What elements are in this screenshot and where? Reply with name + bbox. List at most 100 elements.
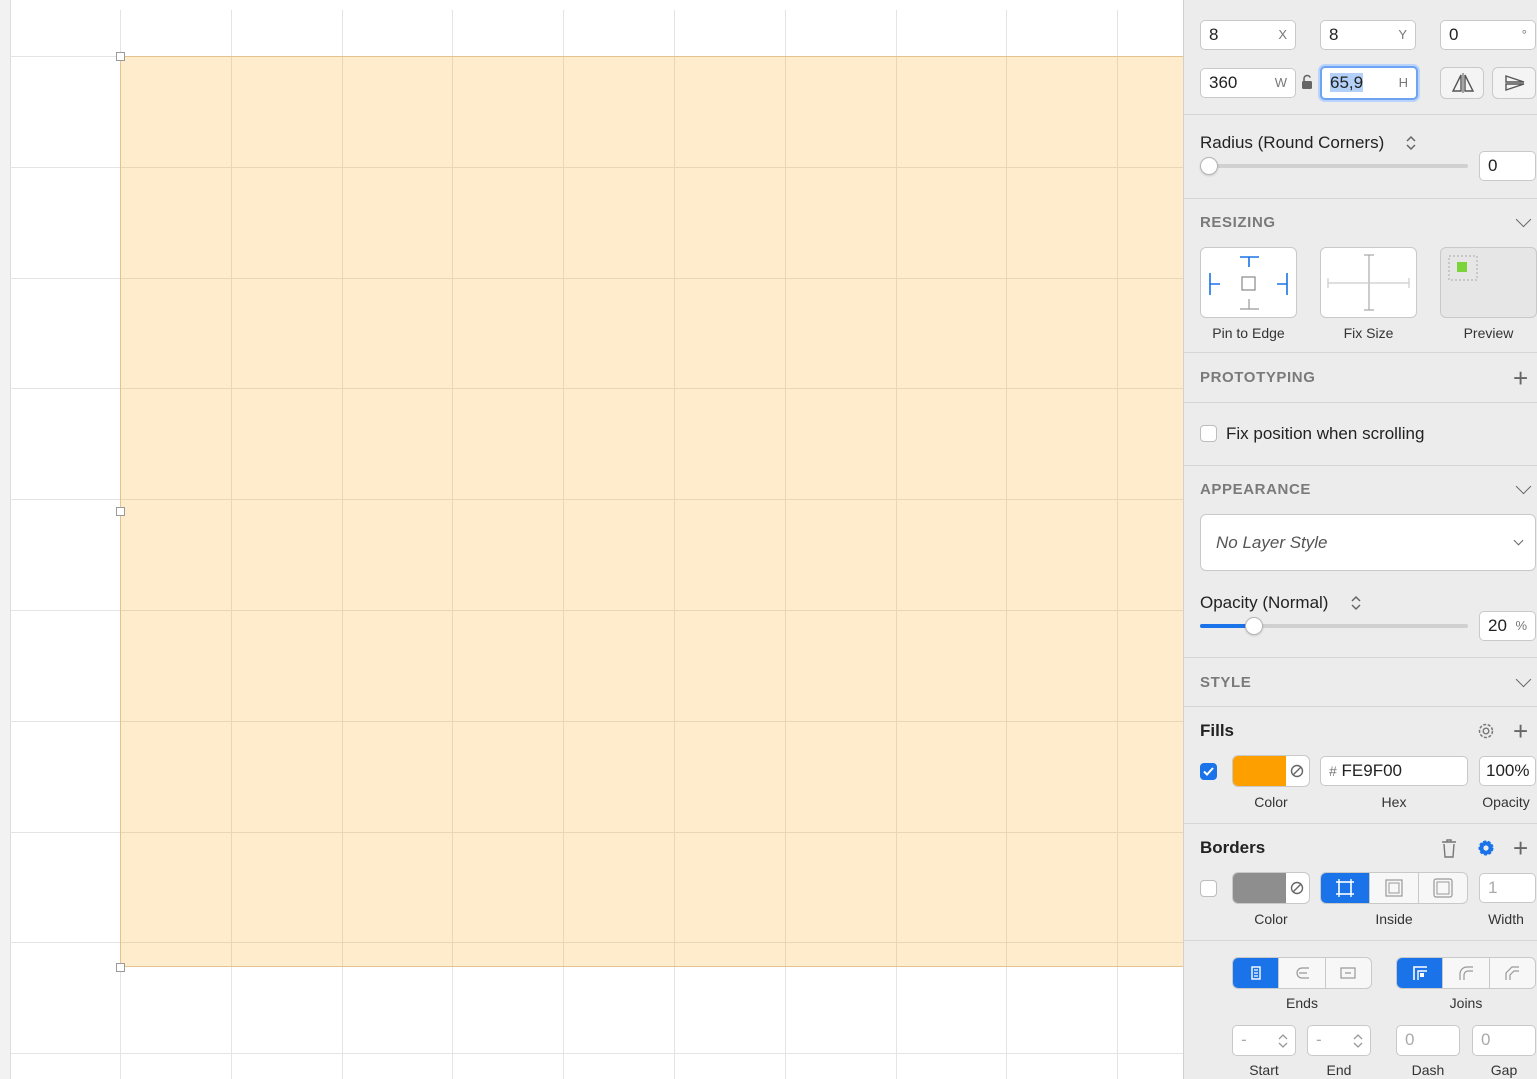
line-ends-segmented-control[interactable] — [1232, 957, 1372, 989]
radius-value: 0 — [1488, 156, 1498, 175]
round-end-button[interactable] — [1279, 958, 1326, 988]
fill-color-well[interactable] — [1232, 755, 1310, 787]
square-end-button[interactable] — [1326, 958, 1371, 988]
hex-prefix: # — [1329, 763, 1337, 779]
flip-vertical-icon — [1505, 75, 1525, 91]
fill-opacity-field[interactable]: 100% — [1479, 756, 1536, 786]
divider — [1184, 352, 1537, 353]
layer-style-placeholder: No Layer Style — [1216, 533, 1328, 552]
pin-to-edge-icon — [1209, 256, 1288, 310]
fix-position-checkbox[interactable] — [1200, 425, 1217, 442]
radius-mode-chevron-icon[interactable] — [1404, 133, 1418, 153]
resize-handle-middle-left[interactable] — [116, 507, 125, 516]
rotation-field[interactable]: 0 ° — [1440, 20, 1536, 50]
flip-horizontal-icon — [1451, 73, 1475, 93]
line-joins-segmented-control[interactable] — [1396, 957, 1536, 989]
end-value: - — [1316, 1030, 1322, 1049]
border-color-swatch[interactable] — [1233, 873, 1286, 903]
fix-size-control[interactable] — [1320, 247, 1417, 318]
x-field[interactable]: 8 X — [1200, 20, 1296, 50]
start-arrowhead-select[interactable]: - — [1232, 1025, 1296, 1056]
pin-to-edge-control[interactable] — [1200, 247, 1297, 318]
height-field[interactable]: 65,9 H — [1320, 66, 1418, 100]
border-position-outside-button[interactable] — [1419, 873, 1467, 903]
ends-label: Ends — [1286, 995, 1318, 1011]
fix-position-label: Fix position when scrolling — [1226, 424, 1425, 443]
dash-value: 0 — [1405, 1030, 1415, 1049]
start-label: Start — [1249, 1062, 1279, 1078]
flip-vertical-button[interactable] — [1492, 67, 1536, 99]
layer-style-chevron-down-icon — [1513, 535, 1524, 546]
end-label: End — [1326, 1062, 1352, 1078]
round-join-button[interactable] — [1443, 958, 1490, 988]
opacity-field[interactable]: 20 % — [1479, 611, 1536, 641]
opacity-value: 20 — [1488, 616, 1507, 635]
miter-join-button[interactable] — [1397, 958, 1444, 988]
bevel-join-icon — [1505, 966, 1520, 980]
color-variable-icon[interactable] — [1289, 763, 1305, 779]
layer-style-dropdown[interactable]: No Layer Style — [1200, 514, 1536, 571]
divider — [1184, 465, 1537, 466]
radius-slider-track[interactable] — [1200, 164, 1468, 168]
border-width-field[interactable]: 1 — [1479, 873, 1536, 903]
divider — [1184, 198, 1537, 199]
delete-border-trash-icon[interactable] — [1441, 837, 1457, 859]
resizing-collapse-chevron-icon[interactable] — [1515, 211, 1532, 228]
opacity-unit: % — [1515, 618, 1527, 633]
y-field[interactable]: 8 Y — [1320, 20, 1416, 50]
selected-rectangle-layer[interactable] — [120, 56, 1183, 967]
border-position-center-button[interactable] — [1321, 873, 1370, 903]
canvas-left-edge — [0, 0, 11, 1079]
fill-hex-label: Hex — [1381, 794, 1407, 810]
style-collapse-chevron-icon[interactable] — [1515, 671, 1532, 688]
round-join-icon — [1459, 966, 1473, 980]
divider — [1184, 940, 1537, 941]
border-position-segmented-control[interactable] — [1320, 872, 1468, 904]
gap-field[interactable]: 0 — [1472, 1025, 1536, 1056]
stepper-chevron-icon — [1278, 1034, 1288, 1048]
fills-settings-gear-icon[interactable] — [1476, 721, 1496, 741]
joins-label: Joins — [1449, 995, 1483, 1011]
height-value: 65,9 — [1330, 73, 1364, 92]
resize-handle-bottom-left[interactable] — [116, 963, 125, 972]
borders-settings-gear-icon[interactable] — [1476, 838, 1496, 858]
gap-label: Gap — [1490, 1062, 1518, 1078]
lock-proportions-icon[interactable] — [1301, 74, 1314, 90]
pin-to-edge-label: Pin to Edge — [1212, 325, 1285, 341]
fills-title: Fills — [1200, 721, 1235, 740]
add-fill-plus-icon[interactable]: + — [1513, 718, 1528, 744]
width-field[interactable]: 360 W — [1200, 68, 1296, 98]
border-position-inside-button[interactable] — [1370, 873, 1419, 903]
color-variable-icon[interactable] — [1289, 880, 1305, 896]
design-canvas[interactable] — [0, 0, 1183, 1079]
opacity-slider-track[interactable] — [1200, 624, 1468, 628]
start-value: - — [1241, 1030, 1247, 1049]
border-color-well[interactable] — [1232, 872, 1310, 904]
y-value: 8 — [1329, 25, 1339, 44]
add-prototyping-plus-icon[interactable]: + — [1513, 365, 1528, 391]
end-arrowhead-select[interactable]: - — [1307, 1025, 1371, 1056]
radius-field[interactable]: 0 — [1479, 151, 1536, 181]
border-position-label: Inside — [1375, 911, 1413, 927]
preview-label: Preview — [1463, 325, 1514, 341]
bevel-join-button[interactable] — [1490, 958, 1535, 988]
resize-handle-top-left[interactable] — [116, 52, 125, 61]
border-width-label: Width — [1488, 911, 1524, 927]
dash-field[interactable]: 0 — [1396, 1025, 1460, 1056]
fill-enabled-checkbox[interactable] — [1200, 763, 1217, 780]
fill-hex-field[interactable]: # FE9F00 — [1320, 756, 1468, 786]
appearance-collapse-chevron-icon[interactable] — [1515, 478, 1532, 495]
opacity-slider-knob[interactable] — [1244, 617, 1263, 635]
fix-size-icon — [1327, 254, 1410, 311]
blend-mode-chevron-icon[interactable] — [1349, 593, 1363, 613]
fix-size-label: Fix Size — [1343, 325, 1394, 341]
fill-color-swatch[interactable] — [1233, 756, 1286, 786]
butt-end-button[interactable] — [1233, 958, 1280, 988]
radius-slider-knob[interactable] — [1200, 157, 1218, 175]
flip-horizontal-button[interactable] — [1440, 67, 1484, 99]
divider — [1184, 402, 1537, 403]
add-border-plus-icon[interactable]: + — [1513, 835, 1528, 861]
rotation-unit: ° — [1521, 27, 1527, 42]
border-color-label: Color — [1254, 911, 1288, 927]
border-enabled-checkbox[interactable] — [1200, 880, 1217, 897]
